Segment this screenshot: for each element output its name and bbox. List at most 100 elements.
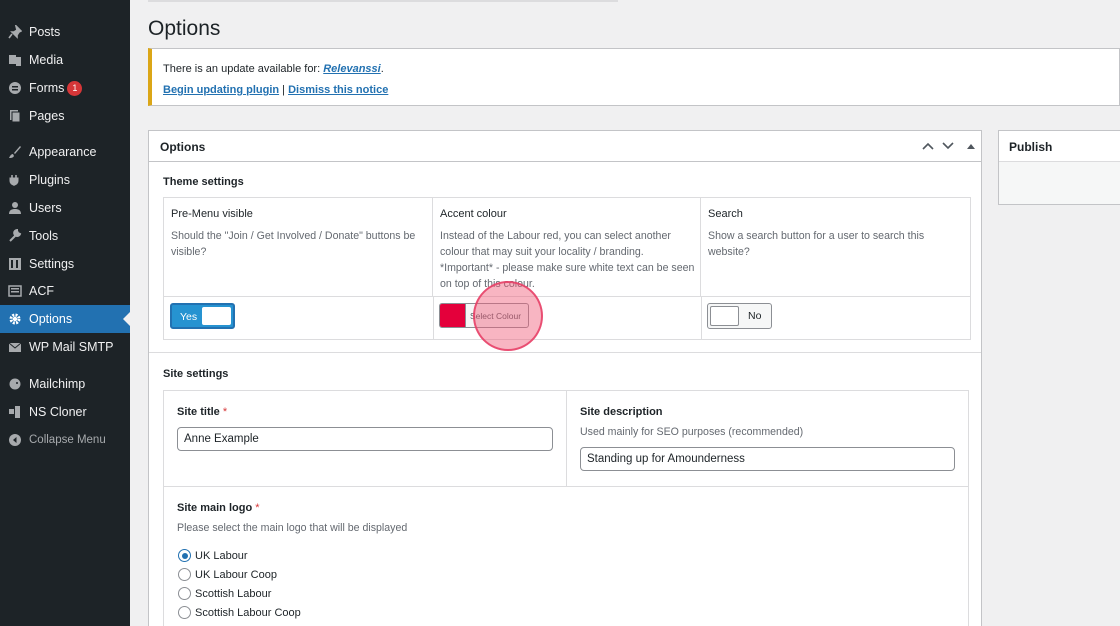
radio-label: UK Labour bbox=[195, 549, 248, 562]
notice-message: There is an update available for: Releva… bbox=[163, 63, 384, 75]
main-logo-label: Site main logo * bbox=[177, 502, 260, 514]
sidebar-item-label: Options bbox=[29, 312, 73, 326]
options-postbox-title: Options bbox=[160, 140, 206, 154]
site-settings-heading: Site settings bbox=[163, 368, 229, 380]
sidebar-collapse-menu[interactable]: Collapse Menu bbox=[0, 426, 130, 454]
select-colour-button[interactable]: Select Colour bbox=[439, 303, 529, 328]
theme-settings-heading: Theme settings bbox=[163, 176, 244, 188]
cloner-icon bbox=[7, 404, 23, 420]
site-description-cell: Site description Used mainly for SEO pur… bbox=[567, 391, 968, 487]
accent-colour-description: Instead of the Labour red, you can selec… bbox=[440, 230, 695, 290]
acf-icon bbox=[7, 283, 23, 299]
radio-unselected[interactable] bbox=[178, 587, 191, 600]
sidebar-item-forms[interactable]: Forms 1 bbox=[0, 74, 130, 102]
admin-sidebar: Posts Media Forms 1 Pages Appearance Plu… bbox=[0, 0, 130, 626]
site-description-label: Site description bbox=[580, 406, 663, 418]
collapse-icon bbox=[7, 432, 23, 448]
pre-menu-column: Pre-Menu visible Should the "Join / Get … bbox=[164, 198, 433, 296]
search-column: Search Show a search button for a user t… bbox=[701, 198, 970, 296]
page-title: Options bbox=[148, 17, 221, 40]
accent-colour-label: Accent colour bbox=[440, 208, 507, 220]
publish-postbox-title: Publish bbox=[1009, 140, 1053, 154]
sidebar-item-acf[interactable]: ACF bbox=[0, 277, 130, 305]
logo-option-uk-labour[interactable]: UK Labour bbox=[178, 549, 248, 562]
radio-selected[interactable] bbox=[178, 549, 191, 562]
sidebar-item-label: Tools bbox=[29, 229, 59, 243]
logo-option-uk-labour-coop[interactable]: UK Labour Coop bbox=[178, 568, 277, 581]
radio-unselected[interactable] bbox=[178, 568, 191, 581]
site-title-input[interactable] bbox=[177, 427, 553, 451]
sidebar-item-wp-mail-smtp[interactable]: WP Mail SMTP bbox=[0, 333, 130, 361]
notice-prefix: There is an update available for: bbox=[163, 63, 324, 75]
search-label: Search bbox=[708, 208, 743, 220]
radio-label: UK Labour Coop bbox=[195, 568, 277, 581]
notice-separator: | bbox=[279, 84, 289, 96]
accent-colour-column: Accent colour Instead of the Labour red,… bbox=[433, 198, 701, 296]
radio-label: Scottish Labour bbox=[195, 587, 272, 600]
move-down-icon[interactable] bbox=[939, 137, 957, 155]
paintbrush-icon bbox=[7, 144, 23, 160]
sidebar-item-label: Settings bbox=[29, 257, 75, 271]
user-icon bbox=[7, 200, 23, 216]
required-marker: * bbox=[255, 502, 260, 514]
site-title-label-text: Site title bbox=[177, 406, 220, 418]
sidebar-item-plugins[interactable]: Plugins bbox=[0, 166, 130, 194]
sidebar-item-label: ACF bbox=[29, 284, 54, 298]
wrench-icon bbox=[7, 228, 23, 244]
search-toggle[interactable]: No bbox=[707, 303, 772, 329]
sidebar-item-label: Appearance bbox=[29, 145, 97, 159]
sidebar-item-users[interactable]: Users bbox=[0, 194, 130, 222]
toggle-yes-label: Yes bbox=[180, 311, 198, 323]
section-divider bbox=[149, 352, 981, 353]
sidebar-item-posts[interactable]: Posts bbox=[0, 18, 130, 46]
sidebar-item-label: Users bbox=[29, 201, 62, 215]
sidebar-item-settings[interactable]: Settings bbox=[0, 250, 130, 278]
main-logo-help: Please select the main logo that will be… bbox=[177, 522, 408, 534]
update-notice: There is an update available for: Releva… bbox=[148, 48, 1120, 106]
sidebar-item-label: Media bbox=[29, 53, 64, 67]
logo-option-scottish-labour[interactable]: Scottish Labour bbox=[178, 587, 271, 600]
sidebar-item-label: Collapse Menu bbox=[29, 434, 106, 446]
publish-postbox-header: Publish bbox=[999, 131, 1120, 162]
pre-menu-control-cell: Yes bbox=[164, 296, 433, 340]
accent-colour-control-cell: Select Colour bbox=[433, 296, 701, 340]
sidebar-item-ns-cloner[interactable]: NS Cloner bbox=[0, 398, 130, 426]
sidebar-item-appearance[interactable]: Appearance bbox=[0, 138, 130, 166]
mail-icon bbox=[7, 339, 23, 355]
sidebar-item-options[interactable]: Options bbox=[0, 305, 130, 333]
sidebar-item-label: Posts bbox=[29, 25, 61, 39]
sidebar-item-label: Forms bbox=[29, 81, 65, 95]
sidebar-item-label: Pages bbox=[29, 109, 65, 123]
pre-menu-label: Pre-Menu visible bbox=[171, 208, 253, 220]
site-title-label: Site title * bbox=[177, 406, 227, 418]
move-up-icon[interactable] bbox=[919, 137, 937, 155]
radio-unselected[interactable] bbox=[178, 606, 191, 619]
sidebar-item-label: Mailchimp bbox=[29, 377, 86, 391]
sidebar-item-media[interactable]: Media bbox=[0, 46, 130, 74]
pages-icon bbox=[7, 108, 23, 124]
publish-postbox: Publish bbox=[998, 130, 1120, 205]
dismiss-notice-link[interactable]: Dismiss this notice bbox=[288, 84, 388, 96]
sidebar-item-label: Plugins bbox=[29, 173, 70, 187]
logo-option-scottish-labour-coop[interactable]: Scottish Labour Coop bbox=[178, 606, 301, 619]
pre-menu-toggle[interactable]: Yes bbox=[170, 303, 235, 329]
required-marker: * bbox=[222, 406, 228, 418]
site-description-help: Used mainly for SEO purposes (recommende… bbox=[580, 426, 804, 438]
sidebar-item-pages[interactable]: Pages bbox=[0, 102, 130, 130]
toggle-knob bbox=[710, 306, 739, 326]
search-description: Show a search button for a user to searc… bbox=[708, 230, 925, 258]
options-postbox: Options Theme settings Pre-Menu visible … bbox=[148, 130, 982, 626]
site-description-input[interactable] bbox=[580, 447, 955, 471]
toggle-panel-icon[interactable] bbox=[962, 137, 980, 155]
settings-icon bbox=[7, 256, 23, 272]
sidebar-item-mailchimp[interactable]: Mailchimp bbox=[0, 370, 130, 398]
sidebar-item-label: WP Mail SMTP bbox=[29, 340, 114, 354]
begin-update-link[interactable]: Begin updating plugin bbox=[163, 84, 279, 96]
sidebar-item-tools[interactable]: Tools bbox=[0, 222, 130, 250]
notice-actions: Begin updating plugin | Dismiss this not… bbox=[163, 84, 388, 96]
plugin-link[interactable]: Relevanssi bbox=[323, 63, 380, 75]
pre-menu-description: Should the "Join / Get Involved / Donate… bbox=[171, 230, 416, 258]
search-control-cell: No bbox=[701, 296, 970, 340]
gear-icon bbox=[7, 311, 23, 327]
options-postbox-header: Options bbox=[149, 131, 981, 162]
